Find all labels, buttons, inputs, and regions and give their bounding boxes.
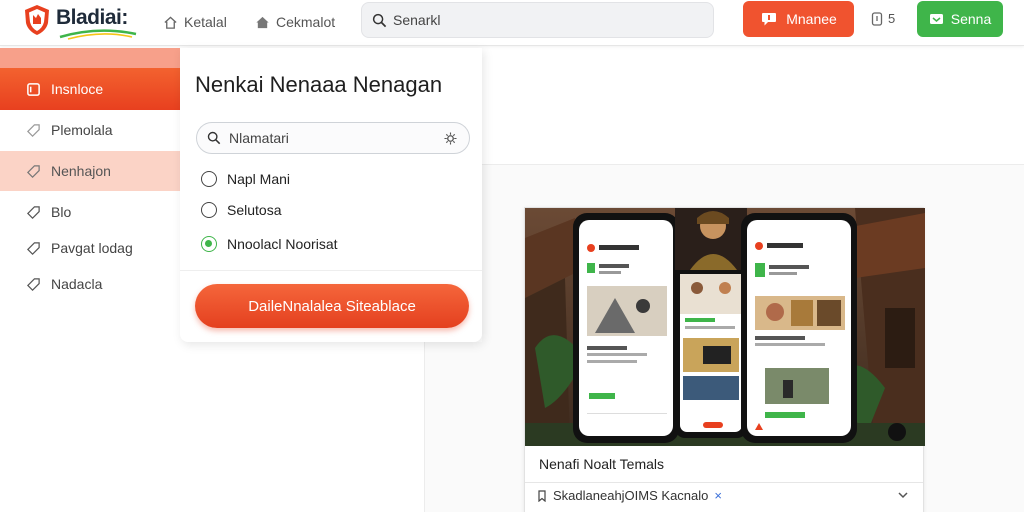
sidebar: Insnloce Plemolala Nenhajon Blo Pavgat l… (0, 48, 180, 512)
tag-icon (27, 277, 40, 291)
sidebar-item-blo[interactable]: Blo (0, 194, 180, 230)
tag-icon (27, 205, 40, 219)
card-image-phones-illustration (525, 208, 925, 446)
sidebar-item-label: Plemolala (51, 122, 113, 138)
content-card[interactable]: Nenafi Noalt Temals SkadlaneahjOIMS Kacn… (524, 207, 925, 512)
radio-button-selected[interactable] (201, 236, 217, 252)
shield-logo-icon (25, 5, 49, 35)
option-nnoolacl-noorisat[interactable]: Nnoolacl Noorisat (201, 236, 338, 252)
tag-icon (27, 241, 40, 255)
top-navigation-bar: Bladiai: Ketalal Cekmalot Mnanee (0, 0, 1024, 46)
filter-dropdown-panel: Nenkai Nenaaa Nenagan Napl Mani Selutosa… (180, 48, 482, 342)
house-filled-icon (256, 16, 269, 28)
secondary-action-label: Senna (950, 11, 992, 27)
sidebar-item-label: Nenhajon (51, 163, 111, 179)
option-napl-mani[interactable]: Napl Mani (201, 171, 290, 187)
panel-title: Nenkai Nenaaa Nenagan (195, 72, 443, 97)
card-meta[interactable]: SkadlaneahjOIMS Kacnalo × (537, 488, 722, 503)
panel-search-input[interactable] (229, 130, 439, 146)
chat-bubble-icon (762, 13, 777, 26)
option-selutosa[interactable]: Selutosa (201, 202, 281, 218)
primary-action-button[interactable]: Mnanee (743, 1, 854, 37)
radio-button[interactable] (201, 171, 217, 187)
top-search-box[interactable] (361, 2, 714, 38)
card-divider (525, 482, 923, 483)
radio-button[interactable] (201, 202, 217, 218)
nav-link-label: Ketalal (184, 14, 227, 30)
card-title: Nenafi Noalt Temals (539, 456, 665, 472)
sidebar-item-insnloce[interactable]: Insnloce (0, 68, 180, 110)
sidebar-item-nadacla[interactable]: Nadacla (0, 266, 180, 302)
sidebar-item-label: Pavgat lodag (51, 240, 133, 256)
nav-link-label: Cekmalot (276, 14, 336, 30)
search-icon (372, 13, 387, 27)
panel-search-box[interactable] (196, 122, 470, 154)
logo-text: Bladiai: (56, 6, 128, 29)
notification-count: 5 (888, 11, 896, 26)
sidebar-item-label: Insnloce (51, 81, 104, 97)
top-search-input[interactable] (393, 12, 693, 28)
close-icon[interactable]: × (714, 488, 722, 503)
sidebar-item-label: Blo (51, 204, 72, 220)
main-content-area-left (424, 342, 482, 512)
apply-button[interactable]: DaileNnalalea Siteablace (195, 284, 469, 328)
option-label: Selutosa (227, 202, 282, 218)
nav-link-ketalal[interactable]: Ketalal (163, 11, 227, 33)
house-outline-icon (164, 15, 177, 29)
sidebar-item-plemolala[interactable]: Plemolala (0, 112, 180, 148)
notification-indicator[interactable]: 5 (871, 11, 895, 26)
primary-action-label: Mnanee (786, 11, 837, 27)
nav-link-cekmalot[interactable]: Cekmalot (255, 11, 335, 33)
logo-swoosh-icon (59, 29, 137, 40)
search-icon (207, 131, 221, 145)
chevron-down-icon[interactable] (897, 490, 909, 500)
option-label: Napl Mani (227, 171, 291, 187)
bookmark-icon (538, 489, 546, 502)
sidebar-item-label: Nadacla (51, 276, 103, 292)
phone-icon (871, 11, 883, 26)
square-icon (27, 82, 40, 96)
card-meta-text: SkadlaneahjOIMS Kacnalo (553, 488, 709, 503)
message-icon (929, 14, 943, 24)
settings-icon[interactable] (444, 132, 457, 145)
option-label: Nnoolacl Noorisat (227, 236, 338, 252)
sidebar-item-nenhajon[interactable]: Nenhajon (0, 151, 180, 191)
app-logo[interactable]: Bladiai: (22, 4, 147, 40)
tag-icon (27, 164, 40, 178)
sidebar-item-pavgat-lodag[interactable]: Pavgat lodag (0, 230, 180, 266)
secondary-action-button[interactable]: Senna (917, 1, 1003, 37)
sidebar-highlight-edge (0, 48, 180, 68)
panel-divider (180, 270, 482, 271)
tag-icon (27, 123, 40, 137)
